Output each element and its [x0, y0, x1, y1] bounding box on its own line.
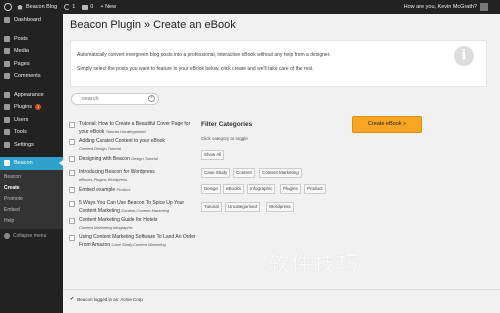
category-toggle[interactable]: Infographic [247, 184, 276, 194]
post-categories: Content,Design,Tutorial [79, 146, 121, 151]
updates-link[interactable]: 1 [64, 4, 75, 10]
comment-bubble-icon [82, 4, 89, 10]
post-title: Designing with Beacon [79, 156, 130, 162]
list-item[interactable]: Embed example Product [69, 186, 199, 198]
media-icon [4, 48, 10, 55]
post-list: Tutorial: How to Create a Beautiful Cove… [69, 121, 199, 251]
beacon-icon [4, 160, 10, 167]
comments-link[interactable]: 0 [82, 4, 93, 10]
sidebar-item-tools[interactable]: Tools [0, 126, 63, 139]
post-title: Embed example [79, 187, 116, 193]
sidebar-item-comments[interactable]: Comments [0, 70, 63, 83]
settings-icon [4, 141, 10, 148]
collapse-icon [4, 232, 10, 239]
new-content-link[interactable]: + New [100, 4, 116, 10]
post-categories: eBooks,Plugins,Wordpress [79, 177, 128, 182]
post-categories: Content Marketing,Infographic [79, 225, 133, 230]
admin-sidebar: Dashboard Posts Media Pages Comments App… [0, 14, 63, 313]
updates-icon [64, 4, 71, 10]
submenu-item-beacon[interactable]: Beacon [0, 172, 63, 183]
submenu-item-create[interactable]: Create [0, 183, 63, 194]
sidebar-item-plugins[interactable]: Plugins 1 [0, 101, 63, 114]
category-toggle[interactable]: Product [304, 184, 326, 194]
category-toggle[interactable]: Wordpress [266, 202, 294, 212]
search-input[interactable] [71, 93, 159, 105]
intro-text-2: Simply select the posts you want to feat… [77, 66, 314, 72]
post-checkbox[interactable] [69, 122, 75, 128]
sidebar-item-dashboard[interactable]: Dashboard [0, 14, 63, 27]
wordpress-logo-icon[interactable] [4, 3, 12, 11]
filter-hint: Click category to toggle [201, 136, 248, 141]
post-title: Content Marketing Guide for Hotels [79, 217, 158, 223]
sidebar-item-users[interactable]: Users [0, 114, 63, 127]
page-title: Beacon Plugin » Create an eBook [70, 19, 236, 31]
check-icon: ✔ [70, 296, 75, 302]
plugins-update-badge: 1 [35, 104, 42, 111]
post-title: Introducing Beacon for Wordpress [79, 169, 155, 175]
post-checkbox[interactable] [69, 170, 75, 176]
create-ebook-button[interactable]: Create eBook » [352, 116, 422, 133]
footer-divider [63, 289, 500, 290]
tools-icon [4, 129, 10, 136]
list-item[interactable]: Designing with Beacon Design,Tutorial [69, 155, 199, 167]
post-checkbox[interactable] [69, 235, 75, 241]
brush-icon [4, 91, 10, 98]
info-icon: i [454, 46, 474, 66]
intro-text-1: Automatically convert evergreen blog pos… [77, 52, 331, 58]
list-item[interactable]: Tutorial: How to Create a Beautiful Cove… [69, 121, 199, 136]
admin-bar: Beacon Blog 1 0 + New How are you, Kevin… [0, 0, 500, 14]
sidebar-item-settings[interactable]: Settings [0, 139, 63, 152]
submenu-item-embed[interactable]: Embed [0, 205, 63, 216]
comments-icon [4, 73, 10, 80]
list-item[interactable]: 5 Ways You Can Use Beacon To Spice Up Yo… [69, 200, 199, 215]
post-checkbox[interactable] [69, 218, 75, 224]
sidebar-item-media[interactable]: Media [0, 45, 63, 58]
category-toggle[interactable]: eBooks [223, 184, 245, 194]
sidebar-item-appearance[interactable]: Appearance [0, 89, 63, 102]
sidebar-item-posts[interactable]: Posts [0, 33, 63, 46]
avatar [480, 3, 488, 11]
post-categories: Tutorial,Uncategorised [105, 129, 146, 134]
category-toggle[interactable]: Plugins [280, 184, 301, 194]
submenu-item-promote[interactable]: Promote [0, 194, 63, 205]
pages-icon [4, 60, 10, 67]
post-checkbox[interactable] [69, 187, 75, 193]
post-checkbox[interactable] [69, 201, 75, 207]
post-categories: Product [116, 187, 131, 192]
post-categories: Content,Content Marketing [121, 208, 170, 213]
collapse-menu-button[interactable]: Collapse menu [0, 229, 63, 243]
login-status: ✔ Beacon logged in as: Acme Corp [70, 296, 143, 302]
watermark: 软件技巧 [268, 252, 360, 276]
plugin-icon [4, 104, 10, 111]
post-categories: Design,Tutorial [131, 156, 158, 161]
intro-notice: Automatically convert evergreen blog pos… [70, 40, 487, 87]
list-item[interactable]: Content Marketing Guide for Hotels Conten… [69, 217, 199, 232]
category-toggle[interactable]: Content [233, 168, 255, 178]
users-icon [4, 116, 10, 123]
category-show-all[interactable]: Show All [201, 150, 225, 160]
category-toggle[interactable]: Design [201, 184, 222, 194]
clear-search-icon[interactable]: × [148, 95, 155, 102]
beacon-submenu: Beacon Create Promote Embed Help [0, 169, 63, 229]
submenu-item-help[interactable]: Help [0, 216, 63, 227]
site-name-link[interactable]: Beacon Blog [17, 4, 57, 10]
filter-categories-heading: Filter Categories [201, 121, 253, 128]
sidebar-item-pages[interactable]: Pages [0, 58, 63, 71]
category-toggle[interactable]: Case Study [201, 168, 231, 178]
list-item[interactable]: Introducing Beacon for Wordpress eBooks,P… [69, 169, 199, 184]
list-item[interactable]: Adding Curated Content to your eBook Cont… [69, 138, 199, 153]
home-icon [17, 4, 23, 10]
post-categories: Case Study,Content Marketing [111, 242, 166, 247]
sidebar-item-beacon[interactable]: Beacon [0, 157, 63, 170]
list-item[interactable]: Using Content Marketing Software To Land… [69, 234, 199, 249]
category-toggle[interactable]: Tutorial [201, 202, 222, 212]
pin-icon [4, 35, 10, 42]
category-toggle[interactable]: Content Marketing [259, 168, 302, 178]
post-checkbox[interactable] [69, 156, 75, 162]
post-checkbox[interactable] [69, 139, 75, 145]
user-account-menu[interactable]: How are you, Kevin McGrath? [404, 0, 488, 14]
category-toggle[interactable]: Uncategorised [225, 202, 261, 212]
dashboard-icon [4, 17, 10, 24]
post-title: Adding Curated Content to your eBook [79, 138, 165, 144]
